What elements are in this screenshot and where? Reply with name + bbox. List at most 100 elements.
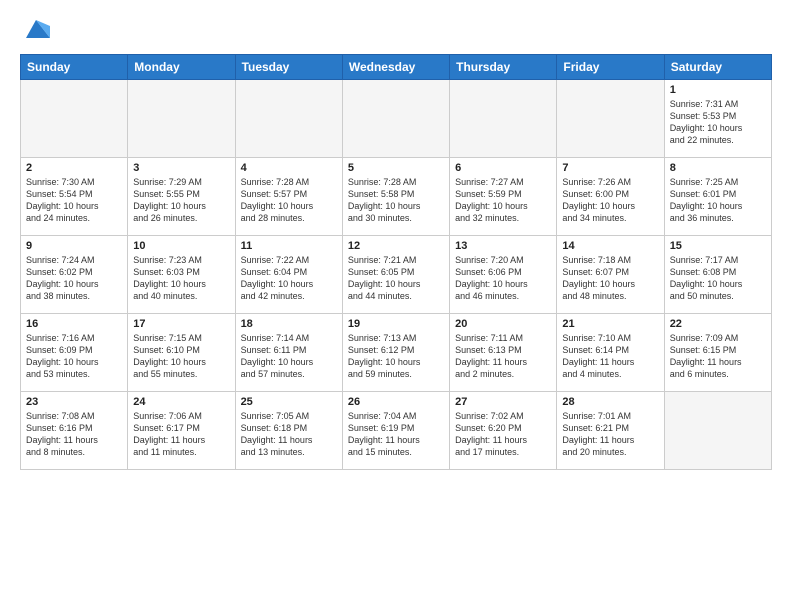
day-cell [235,80,342,158]
day-number: 6 [455,162,551,174]
day-cell: 16 Sunrise: 7:16 AM Sunset: 6:09 PM Dayli… [21,314,128,392]
day-info: Sunrise: 7:14 AM Sunset: 6:11 PM Dayligh… [241,332,337,381]
day-number: 26 [348,396,444,408]
day-info: Sunrise: 7:13 AM Sunset: 6:12 PM Dayligh… [348,332,444,381]
day-number: 24 [133,396,229,408]
weekday-header-monday: Monday [128,55,235,80]
day-number: 28 [562,396,658,408]
day-number: 2 [26,162,122,174]
day-info: Sunrise: 7:26 AM Sunset: 6:00 PM Dayligh… [562,176,658,225]
day-number: 9 [26,240,122,252]
day-info: Sunrise: 7:28 AM Sunset: 5:57 PM Dayligh… [241,176,337,225]
day-number: 7 [562,162,658,174]
day-info: Sunrise: 7:15 AM Sunset: 6:10 PM Dayligh… [133,332,229,381]
day-cell: 5Sunrise: 7:28 AM Sunset: 5:58 PM Daylig… [342,158,449,236]
day-number: 4 [241,162,337,174]
day-info: Sunrise: 7:11 AM Sunset: 6:13 PM Dayligh… [455,332,551,381]
weekday-header-thursday: Thursday [450,55,557,80]
day-cell: 6 Sunrise: 7:27 AM Sunset: 5:59 PM Daylig… [450,158,557,236]
day-cell: 13 Sunrise: 7:20 AM Sunset: 6:06 PM Dayli… [450,236,557,314]
day-cell: 1 Sunrise: 7:31 AM Sunset: 5:53 PM Daylig… [664,80,771,158]
day-cell: 7 Sunrise: 7:26 AM Sunset: 6:00 PM Daylig… [557,158,664,236]
weekday-header-tuesday: Tuesday [235,55,342,80]
day-cell: 17 Sunrise: 7:15 AM Sunset: 6:10 PM Dayli… [128,314,235,392]
day-number: 16 [26,318,122,330]
day-info: Sunrise: 7:31 AM Sunset: 5:53 PM Dayligh… [670,98,766,147]
header [20,16,772,44]
day-cell [342,80,449,158]
day-cell: 4 Sunrise: 7:28 AM Sunset: 5:57 PM Daylig… [235,158,342,236]
day-cell: 24 Sunrise: 7:06 AM Sunset: 6:17 PM Dayli… [128,392,235,470]
day-info: Sunrise: 7:21 AM Sunset: 6:05 PM Dayligh… [348,254,444,303]
day-cell: 20 Sunrise: 7:11 AM Sunset: 6:13 PM Dayli… [450,314,557,392]
week-row-2: 9 Sunrise: 7:24 AM Sunset: 6:02 PM Daylig… [21,236,772,314]
logo-icon [22,16,50,44]
day-cell: 21 Sunrise: 7:10 AM Sunset: 6:14 PM Dayli… [557,314,664,392]
day-cell: 25Sunrise: 7:05 AM Sunset: 6:18 PM Dayli… [235,392,342,470]
day-cell: 12 Sunrise: 7:21 AM Sunset: 6:05 PM Dayli… [342,236,449,314]
day-number: 25 [241,396,337,408]
day-number: 23 [26,396,122,408]
day-cell: 8Sunrise: 7:25 AM Sunset: 6:01 PM Daylig… [664,158,771,236]
day-info: Sunrise: 7:23 AM Sunset: 6:03 PM Dayligh… [133,254,229,303]
day-number: 3 [133,162,229,174]
day-cell: 18 Sunrise: 7:14 AM Sunset: 6:11 PM Dayli… [235,314,342,392]
day-number: 18 [241,318,337,330]
day-info: Sunrise: 7:04 AM Sunset: 6:19 PM Dayligh… [348,410,444,459]
day-number: 11 [241,240,337,252]
day-number: 10 [133,240,229,252]
day-info: Sunrise: 7:28 AM Sunset: 5:58 PM Dayligh… [348,176,444,225]
day-cell: 27Sunrise: 7:02 AM Sunset: 6:20 PM Dayli… [450,392,557,470]
day-number: 19 [348,318,444,330]
day-cell: 15 Sunrise: 7:17 AM Sunset: 6:08 PM Dayli… [664,236,771,314]
day-info: Sunrise: 7:27 AM Sunset: 5:59 PM Dayligh… [455,176,551,225]
day-cell [557,80,664,158]
logo [20,16,50,44]
day-info: Sunrise: 7:16 AM Sunset: 6:09 PM Dayligh… [26,332,122,381]
week-row-0: 1 Sunrise: 7:31 AM Sunset: 5:53 PM Daylig… [21,80,772,158]
weekday-header-saturday: Saturday [664,55,771,80]
day-cell: 10 Sunrise: 7:23 AM Sunset: 6:03 PM Dayli… [128,236,235,314]
day-number: 20 [455,318,551,330]
day-info: Sunrise: 7:20 AM Sunset: 6:06 PM Dayligh… [455,254,551,303]
day-cell [450,80,557,158]
day-info: Sunrise: 7:29 AM Sunset: 5:55 PM Dayligh… [133,176,229,225]
week-row-3: 16 Sunrise: 7:16 AM Sunset: 6:09 PM Dayli… [21,314,772,392]
day-number: 12 [348,240,444,252]
day-cell: 19 Sunrise: 7:13 AM Sunset: 6:12 PM Dayli… [342,314,449,392]
day-number: 8 [670,162,766,174]
day-cell: 14 Sunrise: 7:18 AM Sunset: 6:07 PM Dayli… [557,236,664,314]
day-cell [21,80,128,158]
day-number: 21 [562,318,658,330]
day-cell: 2 Sunrise: 7:30 AM Sunset: 5:54 PM Daylig… [21,158,128,236]
day-info: Sunrise: 7:17 AM Sunset: 6:08 PM Dayligh… [670,254,766,303]
week-row-4: 23 Sunrise: 7:08 AM Sunset: 6:16 PM Dayli… [21,392,772,470]
day-number: 15 [670,240,766,252]
day-info: Sunrise: 7:08 AM Sunset: 6:16 PM Dayligh… [26,410,122,459]
day-info: Sunrise: 7:10 AM Sunset: 6:14 PM Dayligh… [562,332,658,381]
page: SundayMondayTuesdayWednesdayThursdayFrid… [0,0,792,612]
week-row-1: 2 Sunrise: 7:30 AM Sunset: 5:54 PM Daylig… [21,158,772,236]
weekday-header-sunday: Sunday [21,55,128,80]
day-info: Sunrise: 7:06 AM Sunset: 6:17 PM Dayligh… [133,410,229,459]
day-info: Sunrise: 7:22 AM Sunset: 6:04 PM Dayligh… [241,254,337,303]
day-cell: 9 Sunrise: 7:24 AM Sunset: 6:02 PM Daylig… [21,236,128,314]
day-cell: 23 Sunrise: 7:08 AM Sunset: 6:16 PM Dayli… [21,392,128,470]
weekday-header-row: SundayMondayTuesdayWednesdayThursdayFrid… [21,55,772,80]
day-number: 27 [455,396,551,408]
day-info: Sunrise: 7:09 AM Sunset: 6:15 PM Dayligh… [670,332,766,381]
day-info: Sunrise: 7:18 AM Sunset: 6:07 PM Dayligh… [562,254,658,303]
day-cell: 26 Sunrise: 7:04 AM Sunset: 6:19 PM Dayli… [342,392,449,470]
day-number: 13 [455,240,551,252]
day-info: Sunrise: 7:30 AM Sunset: 5:54 PM Dayligh… [26,176,122,225]
day-number: 17 [133,318,229,330]
day-cell [664,392,771,470]
weekday-header-friday: Friday [557,55,664,80]
day-cell: 11 Sunrise: 7:22 AM Sunset: 6:04 PM Dayli… [235,236,342,314]
day-cell [128,80,235,158]
day-number: 14 [562,240,658,252]
day-cell: 3 Sunrise: 7:29 AM Sunset: 5:55 PM Daylig… [128,158,235,236]
day-number: 1 [670,84,766,96]
weekday-header-wednesday: Wednesday [342,55,449,80]
day-info: Sunrise: 7:24 AM Sunset: 6:02 PM Dayligh… [26,254,122,303]
